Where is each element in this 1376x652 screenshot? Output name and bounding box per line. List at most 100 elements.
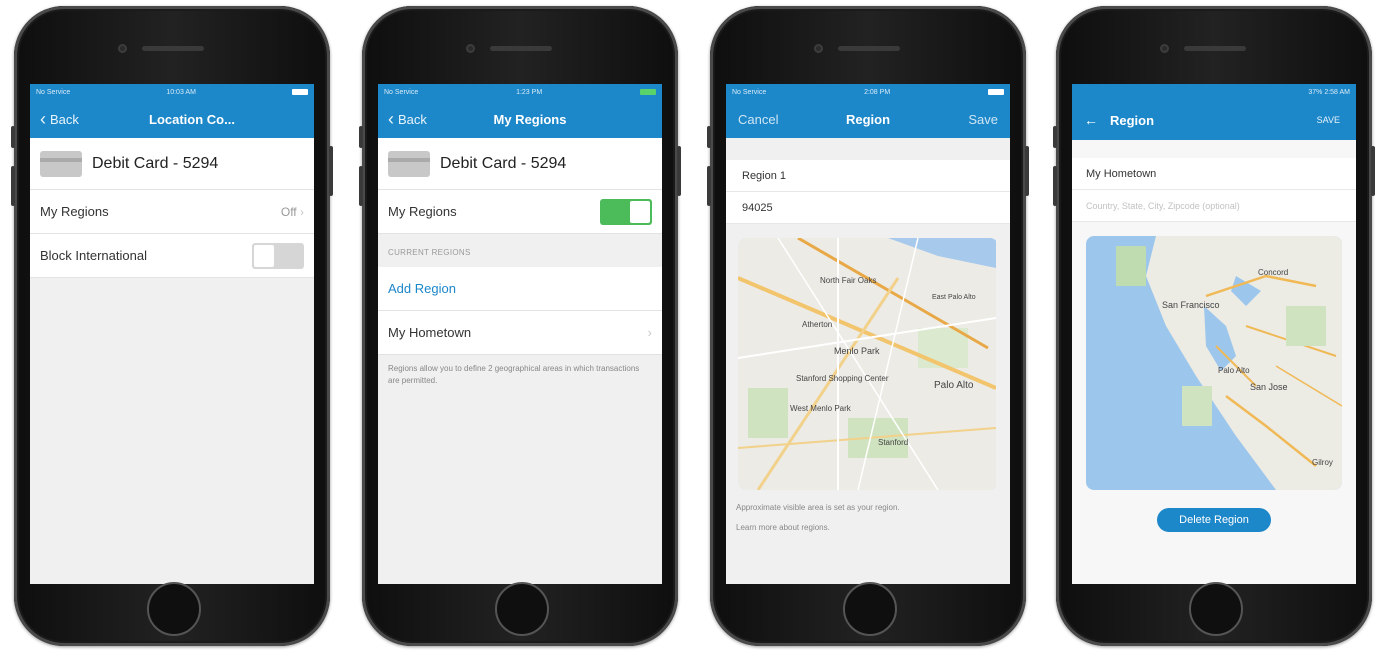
phone-3: No Service 2:08 PM Cancel Region Save Re… xyxy=(707,6,1029,646)
location-field[interactable]: Country, State, City, Zipcode (optional) xyxy=(1072,190,1356,222)
carrier-text: No Service xyxy=(384,88,419,96)
nav-bar: ← Region SAVE xyxy=(1072,100,1356,140)
home-button[interactable] xyxy=(1189,582,1243,636)
map-label: Stanford Shopping Center xyxy=(796,374,889,383)
carrier-text: No Service xyxy=(732,88,767,96)
credit-card-icon xyxy=(388,150,430,177)
speaker xyxy=(838,46,900,51)
power-button xyxy=(329,146,333,196)
status-time: 1:23 PM xyxy=(516,88,543,96)
region-name-field[interactable]: My Hometown xyxy=(1072,158,1356,190)
row-value: Off › xyxy=(280,204,304,219)
battery-icon xyxy=(988,89,1004,95)
status-bar: 37% 2:58 AM xyxy=(1072,84,1356,100)
nav-bar: ‹ Back My Regions xyxy=(378,100,662,138)
map-label: Palo Alto xyxy=(1218,366,1250,375)
map-label: San Francisco xyxy=(1162,300,1220,310)
page-title: My Regions xyxy=(493,111,567,127)
card-header: Debit Card - 5294 xyxy=(378,138,662,190)
phone-2: No Service 1:23 PM ‹ Back My Regions Deb… xyxy=(359,6,681,646)
row-label: My Regions xyxy=(388,204,457,219)
card-label: Debit Card - 5294 xyxy=(440,154,567,172)
speaker xyxy=(142,46,204,51)
zip-value: 94025 xyxy=(742,201,773,214)
camera xyxy=(118,44,127,53)
status-time: 2:08 PM xyxy=(864,88,891,96)
status-bar: No Service 10:03 AM xyxy=(30,84,314,100)
status-text: 37% 2:58 AM xyxy=(1308,88,1350,96)
row-label: Block International xyxy=(40,248,147,263)
screen-my-regions: No Service 1:23 PM ‹ Back My Regions Deb… xyxy=(378,84,662,584)
power-button xyxy=(677,146,681,196)
camera xyxy=(1160,44,1169,53)
screen-region-android: 37% 2:58 AM ← Region SAVE My Hometown Co… xyxy=(1072,84,1356,584)
region-name-field[interactable]: Region 1 xyxy=(726,160,1010,192)
speaker xyxy=(1184,46,1246,51)
silent-switch xyxy=(1053,126,1057,148)
battery-icon xyxy=(640,89,656,95)
home-button[interactable] xyxy=(495,582,549,636)
camera xyxy=(466,44,475,53)
page-title: Location Co... xyxy=(149,111,235,127)
my-regions-row[interactable]: My Regions Off › xyxy=(30,190,314,234)
silent-switch xyxy=(11,126,15,148)
battery-icon xyxy=(292,89,308,95)
block-international-row: Block International xyxy=(30,234,314,278)
my-regions-row: My Regions xyxy=(378,190,662,234)
page-title: Region xyxy=(1110,112,1155,128)
region-map[interactable]: North Fair Oaks Atherton Menlo Park Stan… xyxy=(738,238,998,490)
speaker xyxy=(490,46,552,51)
map-label: West Menlo Park xyxy=(790,404,851,413)
learn-more-link[interactable]: Learn more about regions. xyxy=(726,520,1010,536)
region-name-value: Region 1 xyxy=(742,169,787,182)
camera xyxy=(814,44,823,53)
volume-up-button xyxy=(707,166,711,206)
save-button[interactable]: Save xyxy=(968,112,998,127)
section-header: CURRENT REGIONS xyxy=(388,248,471,257)
carrier-text: No Service xyxy=(36,88,71,96)
map-label: East Palo Alto xyxy=(932,294,976,301)
status-bar: No Service 2:08 PM xyxy=(726,84,1010,100)
status-time: 10:03 AM xyxy=(166,88,196,96)
hometown-row[interactable]: My Hometown › xyxy=(378,311,662,355)
delete-wrap: Delete Region xyxy=(1072,508,1356,532)
zip-field[interactable]: 94025 xyxy=(726,192,1010,224)
my-regions-toggle[interactable] xyxy=(600,198,652,225)
map-label: Palo Alto xyxy=(934,380,974,391)
row-label: My Regions xyxy=(40,204,109,219)
card-header: Debit Card - 5294 xyxy=(30,138,314,190)
nav-bar: Cancel Region Save xyxy=(726,100,1010,138)
location-placeholder: Country, State, City, Zipcode (optional) xyxy=(1086,200,1240,211)
map-label: Concord xyxy=(1258,268,1289,277)
region-note: Approximate visible area is set as your … xyxy=(736,503,900,512)
chevron-right-icon: › xyxy=(647,325,652,340)
nav-bar: ‹ Back Location Co... xyxy=(30,100,314,138)
map-label: Atherton xyxy=(802,320,833,329)
add-region-link[interactable]: Add Region xyxy=(388,281,456,296)
phone-1: No Service 10:03 AM ‹ Back Location Co..… xyxy=(11,6,333,646)
power-button xyxy=(1371,146,1375,196)
status-bar: No Service 1:23 PM xyxy=(378,84,662,100)
volume-up-button xyxy=(359,166,363,206)
chevron-right-icon: › xyxy=(300,204,304,219)
home-button[interactable] xyxy=(147,582,201,636)
arrow-left-icon[interactable]: ← xyxy=(1084,112,1098,128)
regions-note: Regions allow you to define 2 geographic… xyxy=(388,364,640,385)
volume-up-button xyxy=(11,166,15,206)
phone-4: 37% 2:58 AM ← Region SAVE My Hometown Co… xyxy=(1053,6,1375,646)
region-map[interactable]: San Francisco Concord Palo Alto San Jose… xyxy=(1086,236,1342,490)
map-graphic xyxy=(1086,236,1342,490)
volume-up-button xyxy=(1053,166,1057,206)
silent-switch xyxy=(359,126,363,148)
home-button[interactable] xyxy=(843,582,897,636)
save-button[interactable]: SAVE xyxy=(1317,115,1340,125)
row-label: My Hometown xyxy=(388,325,472,340)
power-button xyxy=(1025,146,1029,196)
delete-region-button[interactable]: Delete Region xyxy=(1157,508,1271,532)
screen-location-controls: No Service 10:03 AM ‹ Back Location Co..… xyxy=(30,84,314,584)
map-label: San Jose xyxy=(1250,382,1288,392)
add-region-row[interactable]: Add Region xyxy=(378,267,662,311)
map-label: North Fair Oaks xyxy=(820,276,877,285)
block-international-toggle[interactable] xyxy=(252,242,304,269)
